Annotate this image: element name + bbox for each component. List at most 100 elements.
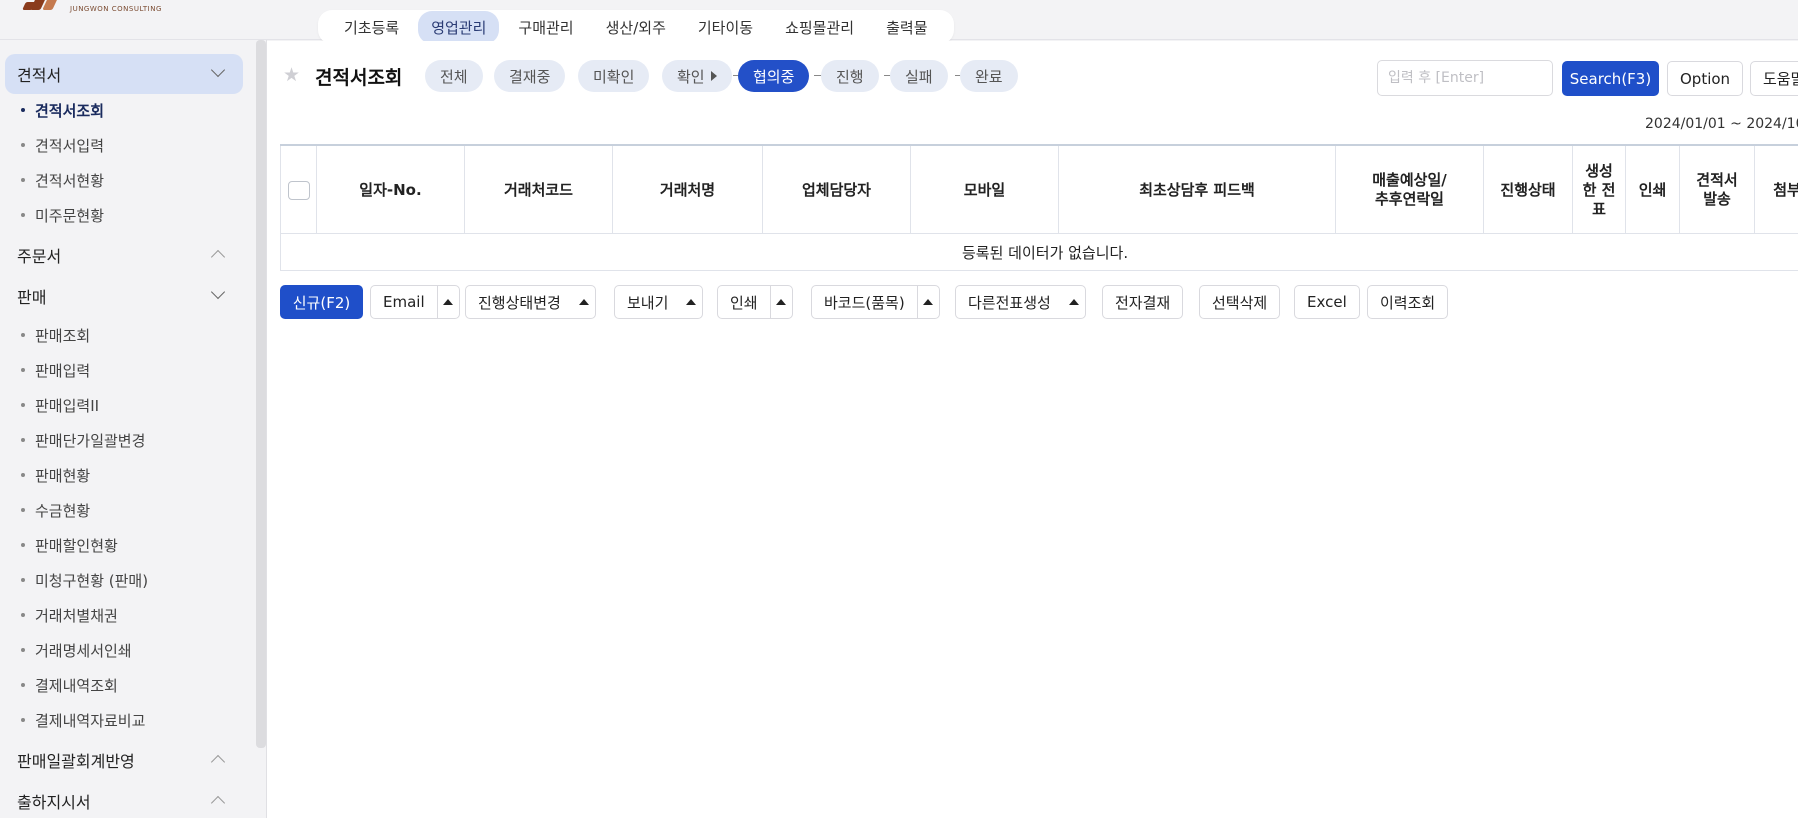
status-tab-complete[interactable]: 완료 <box>960 60 1018 92</box>
sidebar-item-quote-status[interactable]: 견적서현황 <box>21 168 104 192</box>
caret-up-icon[interactable] <box>769 286 792 318</box>
sidebar-item-sales-input[interactable]: 판매입력 <box>21 358 90 382</box>
sidebar-item-discount[interactable]: 판매할인현황 <box>21 533 118 557</box>
option-button[interactable]: Option <box>1667 61 1744 96</box>
search-input[interactable] <box>1377 60 1553 96</box>
delete-selected-button[interactable]: 선택삭제 <box>1199 285 1281 319</box>
nav-item-misc[interactable]: 기타이동 <box>685 11 766 44</box>
logo[interactable]: JUNGWON CONSULTING <box>14 0 164 18</box>
sidebar-item-label: 거래처별채권 <box>35 606 118 625</box>
nav-item-shopping[interactable]: 쇼핑몰관리 <box>772 11 867 44</box>
empty-message: 등록된 데이터가 없습니다. <box>962 244 1129 262</box>
col-status[interactable]: 진행상태 <box>1484 146 1573 234</box>
sidebar-item-collection[interactable]: 수금현황 <box>21 498 90 522</box>
col-attachment[interactable]: 첨부 <box>1755 146 1798 234</box>
sidebar-item-unbilled[interactable]: 미청구현황 (판매) <box>21 568 148 592</box>
star-icon[interactable]: ★ <box>283 66 301 85</box>
sidebar-group-quote[interactable]: 견적서 <box>5 54 243 94</box>
nav-item-production[interactable]: 생산/외주 <box>593 11 679 44</box>
sidebar-item-label: 견적서현황 <box>35 171 105 190</box>
sidebar-item-sales-list[interactable]: 판매조회 <box>21 323 90 347</box>
button-label: 전자결재 <box>1115 293 1171 312</box>
sidebar-group-batch[interactable]: 판매일괄회계반영 <box>5 740 243 780</box>
sidebar-item-unordered[interactable]: 미주문현황 <box>21 203 104 227</box>
status-tab-confirmed[interactable]: 확인 <box>662 60 732 92</box>
sidebar-item-payment-list[interactable]: 결제내역조회 <box>21 673 118 697</box>
sidebar-item-label: 결제내역자료비교 <box>35 711 146 730</box>
sidebar-group-label: 견적서 <box>17 66 62 85</box>
bullet-icon <box>21 143 25 147</box>
col-client-name[interactable]: 거래처명 <box>613 146 763 234</box>
bullet-icon <box>21 718 25 722</box>
top-nav: 기초등록 영업관리 구매관리 생산/외주 기타이동 쇼핑몰관리 출력물 <box>318 10 954 44</box>
button-label: Excel <box>1307 293 1347 311</box>
send-button[interactable]: 보내기 <box>614 285 704 319</box>
col-contact[interactable]: 업체담당자 <box>763 146 911 234</box>
bullet-icon <box>21 508 25 512</box>
sidebar-item-statement-print[interactable]: 거래명세서인쇄 <box>21 638 132 662</box>
search-button[interactable]: Search(F3) <box>1562 61 1659 96</box>
sidebar-item-quote-input[interactable]: 견적서입력 <box>21 133 104 157</box>
other-slip-button[interactable]: 다른전표생성 <box>955 285 1086 319</box>
sidebar-group-order[interactable]: 주문서 <box>5 235 243 275</box>
nav-item-basic[interactable]: 기초등록 <box>331 11 412 44</box>
sidebar-scrollbar[interactable] <box>256 40 266 748</box>
help-button[interactable]: 도움말 <box>1750 61 1798 96</box>
nav-item-sales[interactable]: 영업관리 <box>418 10 500 44</box>
sidebar-group-ship[interactable]: 출하지시서 <box>5 781 243 818</box>
email-button[interactable]: Email <box>370 285 460 319</box>
chevron-up-icon <box>210 795 226 811</box>
bullet-icon <box>21 473 25 477</box>
caret-up-icon[interactable] <box>573 286 595 318</box>
new-button[interactable]: 신규(F2) <box>280 285 363 319</box>
status-tab-negotiating[interactable]: 협의중 <box>738 60 810 92</box>
button-label: 선택삭제 <box>1212 293 1268 312</box>
col-date-no[interactable]: 일자-No. <box>317 146 465 234</box>
sidebar-group-label: 판매일괄회계반영 <box>17 752 135 771</box>
history-button[interactable]: 이력조회 <box>1367 285 1449 319</box>
col-client-code[interactable]: 거래처코드 <box>465 146 613 234</box>
chevron-down-icon <box>210 284 226 300</box>
sidebar-item-quote-list[interactable]: 견적서조회 <box>21 98 104 122</box>
sidebar-item-label: 거래명세서인쇄 <box>35 641 132 660</box>
status-tab-unconfirmed[interactable]: 미확인 <box>578 60 650 92</box>
excel-button[interactable]: Excel <box>1294 285 1360 319</box>
col-quote-sent[interactable]: 견적서 발송 <box>1680 146 1755 234</box>
sidebar-group-sales[interactable]: 판매 <box>5 276 243 316</box>
sidebar-item-payment-compare[interactable]: 결제내역자료비교 <box>21 708 145 732</box>
caret-up-icon[interactable] <box>436 286 459 318</box>
change-status-button[interactable]: 진행상태변경 <box>465 285 596 319</box>
bullet-icon <box>21 403 25 407</box>
status-tab-progress[interactable]: 진행 <box>821 60 879 92</box>
select-all-checkbox[interactable] <box>287 180 310 200</box>
sidebar-item-label: 수금현황 <box>35 501 91 520</box>
caret-up-icon[interactable] <box>916 286 939 318</box>
table-empty-row: 등록된 데이터가 없습니다. <box>280 234 1798 271</box>
bullet-icon <box>21 178 25 182</box>
e-approval-button[interactable]: 전자결재 <box>1102 285 1184 319</box>
barcode-button[interactable]: 바코드(품목) <box>811 285 940 319</box>
sidebar-item-receivables[interactable]: 거래처별채권 <box>21 603 118 627</box>
status-tab-failed[interactable]: 실패 <box>890 60 948 92</box>
chevron-up-icon <box>210 754 226 770</box>
print-button[interactable]: 인쇄 <box>717 285 793 319</box>
col-expected-date[interactable]: 매출예상일/ 추후연락일 <box>1336 146 1484 234</box>
sidebar-item-label: 미주문현황 <box>35 206 105 225</box>
quote-table: 일자-No. 거래처코드 거래처명 업체담당자 모바일 최초상담후 피드백 매출… <box>280 144 1798 271</box>
status-tab-approval[interactable]: 결재중 <box>494 60 566 92</box>
sidebar-item-sales-status[interactable]: 판매현황 <box>21 463 90 487</box>
col-created-slip[interactable]: 생성 한 전 표 <box>1573 146 1626 234</box>
nav-item-purchase[interactable]: 구매관리 <box>505 11 586 44</box>
sidebar-item-price-change[interactable]: 판매단가일괄변경 <box>21 428 145 452</box>
bullet-icon <box>21 543 25 547</box>
button-label: 바코드(품목) <box>824 293 905 312</box>
col-feedback[interactable]: 최초상담후 피드백 <box>1059 146 1336 234</box>
caret-up-icon[interactable] <box>680 286 702 318</box>
caret-up-icon[interactable] <box>1063 286 1085 318</box>
col-mobile[interactable]: 모바일 <box>911 146 1059 234</box>
table-header: 일자-No. 거래처코드 거래처명 업체담당자 모바일 최초상담후 피드백 매출… <box>280 146 1798 234</box>
nav-item-print[interactable]: 출력물 <box>873 11 940 44</box>
status-tab-all[interactable]: 전체 <box>425 60 483 92</box>
col-print[interactable]: 인쇄 <box>1626 146 1680 234</box>
sidebar-item-sales-input-2[interactable]: 판매입력II <box>21 393 99 417</box>
